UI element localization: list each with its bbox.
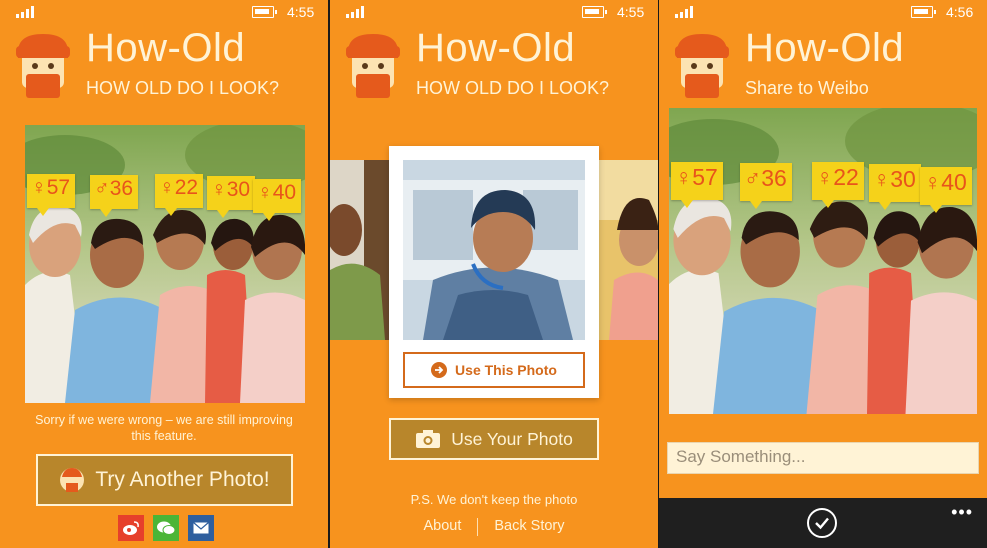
arrow-right-circle-icon — [431, 362, 448, 378]
more-options-button[interactable]: ••• — [951, 502, 973, 523]
age-tag: ♀57 — [671, 162, 723, 208]
share-icons — [118, 515, 214, 541]
age-tag: ♂36 — [90, 175, 139, 217]
confirm-check-button[interactable] — [807, 508, 837, 538]
signal-icon — [675, 6, 697, 18]
share-screen: 4:56 How-Old Share to Weibo ♀57 ♂36 ♀22 … — [659, 0, 987, 548]
privacy-note: P.S. We don't keep the photo — [410, 492, 578, 507]
say-something-input[interactable]: Say Something... — [667, 442, 979, 474]
age-tag: ♀30 — [869, 164, 921, 210]
family-photo: ♀57 ♂36 ♀22 ♀30 ♀40 — [25, 125, 305, 403]
app-subtitle: HOW OLD DO I LOOK? — [416, 78, 610, 98]
photo-card: Use This Photo — [389, 146, 599, 398]
sample-photo-main[interactable] — [403, 160, 585, 340]
app-title: How-Old — [86, 26, 246, 70]
app-logo-icon — [16, 34, 70, 98]
about-link[interactable]: About — [423, 518, 461, 536]
signal-icon — [16, 6, 38, 18]
clock: 4:56 — [946, 4, 974, 20]
age-tag: ♀22 — [812, 162, 864, 208]
app-face-icon — [60, 468, 85, 492]
app-title: How-Old — [745, 26, 905, 70]
use-your-photo-button[interactable]: Use Your Photo — [389, 418, 599, 460]
family-photo: ♀57 ♂36 ♀22 ♀30 ♀40 — [669, 108, 977, 414]
app-logo-icon — [346, 34, 400, 98]
clock: 4:55 — [617, 4, 645, 20]
mail-icon[interactable] — [188, 515, 214, 541]
app-title: How-Old — [416, 26, 576, 70]
app-subtitle: HOW OLD DO I LOOK? — [86, 78, 280, 98]
status-bar: 4:56 — [659, 0, 987, 24]
sample-photo-prev[interactable] — [330, 160, 389, 340]
use-this-photo-button[interactable]: Use This Photo — [403, 352, 585, 388]
status-bar: 4:55 — [330, 0, 658, 24]
battery-icon — [582, 6, 607, 18]
battery-icon — [911, 6, 936, 18]
age-tag: ♂36 — [740, 163, 792, 209]
checkmark-icon — [815, 517, 829, 530]
divider — [477, 518, 479, 536]
signal-icon — [346, 6, 368, 18]
age-tag: ♀57 — [27, 174, 76, 216]
weibo-icon[interactable] — [118, 515, 144, 541]
battery-icon — [252, 6, 277, 18]
age-tag: ♀30 — [207, 176, 256, 218]
age-tag: ♀22 — [155, 174, 204, 216]
sample-photo-next[interactable] — [599, 160, 658, 340]
try-another-photo-button[interactable]: Try Another Photo! — [36, 454, 293, 506]
camera-icon — [416, 430, 441, 448]
age-tag: ♀40 — [253, 179, 302, 221]
photo-picker-screen: 4:55 How-Old HOW OLD DO I LOOK? Use This… — [330, 0, 658, 548]
age-tag: ♀40 — [920, 167, 972, 213]
wechat-icon[interactable] — [153, 515, 179, 541]
apology-text: Sorry if we were wrong – we are still im… — [35, 413, 293, 443]
status-bar: 4:55 — [0, 0, 328, 24]
use-this-photo-label: Use This Photo — [455, 362, 557, 378]
app-subtitle: Share to Weibo — [745, 78, 869, 98]
use-your-photo-label: Use Your Photo — [451, 428, 573, 449]
footer-links: About Back Story — [330, 518, 658, 536]
app-bar: ••• — [659, 498, 987, 548]
try-another-label: Try Another Photo! — [95, 468, 270, 491]
app-logo-icon — [675, 34, 729, 98]
clock: 4:55 — [287, 4, 315, 20]
back-story-link[interactable]: Back Story — [494, 518, 564, 536]
result-screen: 4:55 How-Old HOW OLD DO I LOOK? ♀57 ♂36 … — [0, 0, 328, 548]
